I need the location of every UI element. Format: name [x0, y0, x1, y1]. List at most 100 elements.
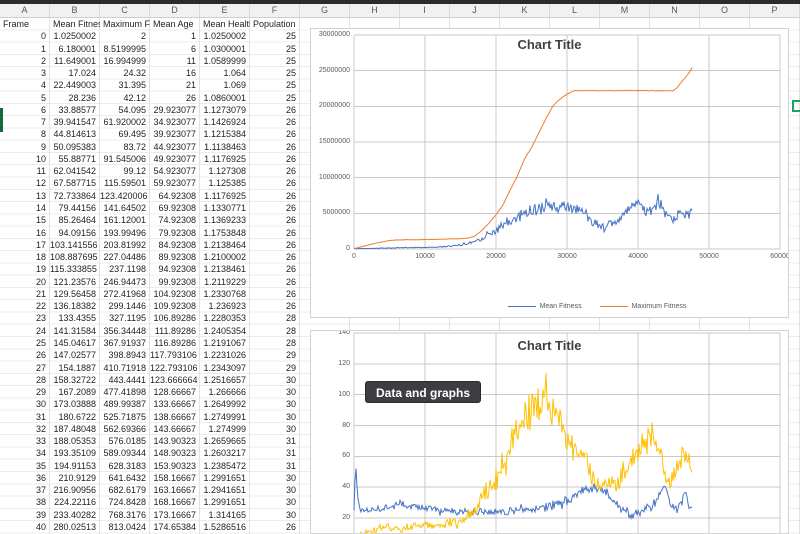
cell[interactable]: 410.71918: [100, 362, 150, 374]
cell[interactable]: 17: [0, 239, 50, 251]
cell[interactable]: 161.12001: [100, 214, 150, 226]
cell[interactable]: 193.35109: [50, 447, 100, 459]
cell[interactable]: 1.2191067: [200, 337, 250, 349]
cell[interactable]: 163.16667: [150, 484, 200, 496]
cell[interactable]: 26: [250, 521, 300, 533]
cell[interactable]: 44.814613: [50, 128, 100, 140]
cell[interactable]: 154.1887: [50, 362, 100, 374]
cell[interactable]: 89.92308: [150, 251, 200, 263]
cell[interactable]: 16: [150, 67, 200, 79]
cell[interactable]: 123.420006: [100, 190, 150, 202]
cell[interactable]: 26: [250, 104, 300, 116]
cell[interactable]: 79.92308: [150, 227, 200, 239]
cell[interactable]: 20: [0, 276, 50, 288]
cell[interactable]: 25: [250, 67, 300, 79]
cell[interactable]: 11.649001: [50, 55, 100, 67]
cell[interactable]: 1.2659665: [200, 435, 250, 447]
cell[interactable]: 188.05353: [50, 435, 100, 447]
cell[interactable]: 1.314165: [200, 509, 250, 521]
cell[interactable]: 111.89286: [150, 325, 200, 337]
cell[interactable]: 1.1330771: [200, 202, 250, 214]
column-header-cell[interactable]: K: [500, 4, 550, 17]
cell[interactable]: 26: [0, 349, 50, 361]
cell[interactable]: 26: [250, 288, 300, 300]
cell[interactable]: 9: [0, 141, 50, 153]
cell[interactable]: 29.923077: [150, 104, 200, 116]
cell[interactable]: 1.274999: [200, 423, 250, 435]
cell[interactable]: 1.2603217: [200, 447, 250, 459]
cell[interactable]: 55.88771: [50, 153, 100, 165]
cell[interactable]: 10: [0, 153, 50, 165]
cell[interactable]: 30: [250, 398, 300, 410]
cell[interactable]: 23: [0, 312, 50, 324]
cell[interactable]: 50.095383: [50, 141, 100, 153]
cell[interactable]: 99.92308: [150, 276, 200, 288]
cell[interactable]: 30: [250, 484, 300, 496]
cell[interactable]: 26: [250, 153, 300, 165]
cell[interactable]: 12: [0, 177, 50, 189]
cell[interactable]: 99.12: [100, 165, 150, 177]
cell[interactable]: 69.92308: [150, 202, 200, 214]
cell[interactable]: 203.81992: [100, 239, 150, 251]
cell[interactable]: 227.04486: [100, 251, 150, 263]
cell[interactable]: 1.1176925: [200, 153, 250, 165]
cell[interactable]: 26: [150, 92, 200, 104]
cell[interactable]: 1.2343097: [200, 362, 250, 374]
cell[interactable]: 54.923077: [150, 165, 200, 177]
cell[interactable]: 30: [250, 496, 300, 508]
cell[interactable]: 67.587715: [50, 177, 100, 189]
cell[interactable]: 0: [0, 30, 50, 42]
cell[interactable]: 74.92308: [150, 214, 200, 226]
cell[interactable]: 525.71875: [100, 411, 150, 423]
column-header-cell[interactable]: B: [50, 4, 100, 17]
cell[interactable]: 30: [250, 374, 300, 386]
cell[interactable]: 272.41968: [100, 288, 150, 300]
cell[interactable]: 15: [0, 214, 50, 226]
series-line-1[interactable]: [354, 67, 692, 248]
cell[interactable]: 443.4441: [100, 374, 150, 386]
header-cell[interactable]: Frame: [0, 18, 50, 30]
cell[interactable]: 3: [0, 67, 50, 79]
cell[interactable]: 28: [0, 374, 50, 386]
cell[interactable]: 83.72: [100, 141, 150, 153]
cell[interactable]: 44.923077: [150, 141, 200, 153]
cell[interactable]: 1.0250002: [50, 30, 100, 42]
cell[interactable]: 115.333855: [50, 263, 100, 275]
cell[interactable]: 158.16667: [150, 472, 200, 484]
chart-title[interactable]: Chart Title: [311, 338, 788, 353]
cell[interactable]: 30: [250, 386, 300, 398]
cell[interactable]: 1.2280353: [200, 312, 250, 324]
cell[interactable]: 224.22116: [50, 496, 100, 508]
cell[interactable]: 69.495: [100, 128, 150, 140]
cell[interactable]: 94.09156: [50, 227, 100, 239]
cell[interactable]: 562.69366: [100, 423, 150, 435]
cell[interactable]: 133.66667: [150, 398, 200, 410]
cell[interactable]: 489.99387: [100, 398, 150, 410]
cell[interactable]: 25: [0, 337, 50, 349]
cell[interactable]: 21: [150, 79, 200, 91]
cell[interactable]: 167.2089: [50, 386, 100, 398]
cell[interactable]: 26: [250, 128, 300, 140]
cell[interactable]: 103.141556: [50, 239, 100, 251]
cell[interactable]: 129.56458: [50, 288, 100, 300]
cell[interactable]: 813.0424: [100, 521, 150, 533]
header-cell[interactable]: Population: [250, 18, 300, 30]
cell[interactable]: 1.2119229: [200, 276, 250, 288]
cell[interactable]: 138.66667: [150, 411, 200, 423]
cell[interactable]: 30: [250, 411, 300, 423]
cell[interactable]: 173.03888: [50, 398, 100, 410]
column-header-cell[interactable]: C: [100, 4, 150, 17]
cell[interactable]: 1.2941651: [200, 484, 250, 496]
cell[interactable]: 576.0185: [100, 435, 150, 447]
cell[interactable]: 1.0860001: [200, 92, 250, 104]
cell[interactable]: 1.0300001: [200, 43, 250, 55]
cell[interactable]: 145.04617: [50, 337, 100, 349]
cell[interactable]: 5: [0, 92, 50, 104]
cell[interactable]: 233.40282: [50, 509, 100, 521]
cell[interactable]: 1.5286516: [200, 521, 250, 533]
cell[interactable]: 168.16667: [150, 496, 200, 508]
cell[interactable]: 30: [0, 398, 50, 410]
cell[interactable]: 1.1369233: [200, 214, 250, 226]
cell[interactable]: 94.92308: [150, 263, 200, 275]
header-cell[interactable]: Mean Health: [200, 18, 250, 30]
